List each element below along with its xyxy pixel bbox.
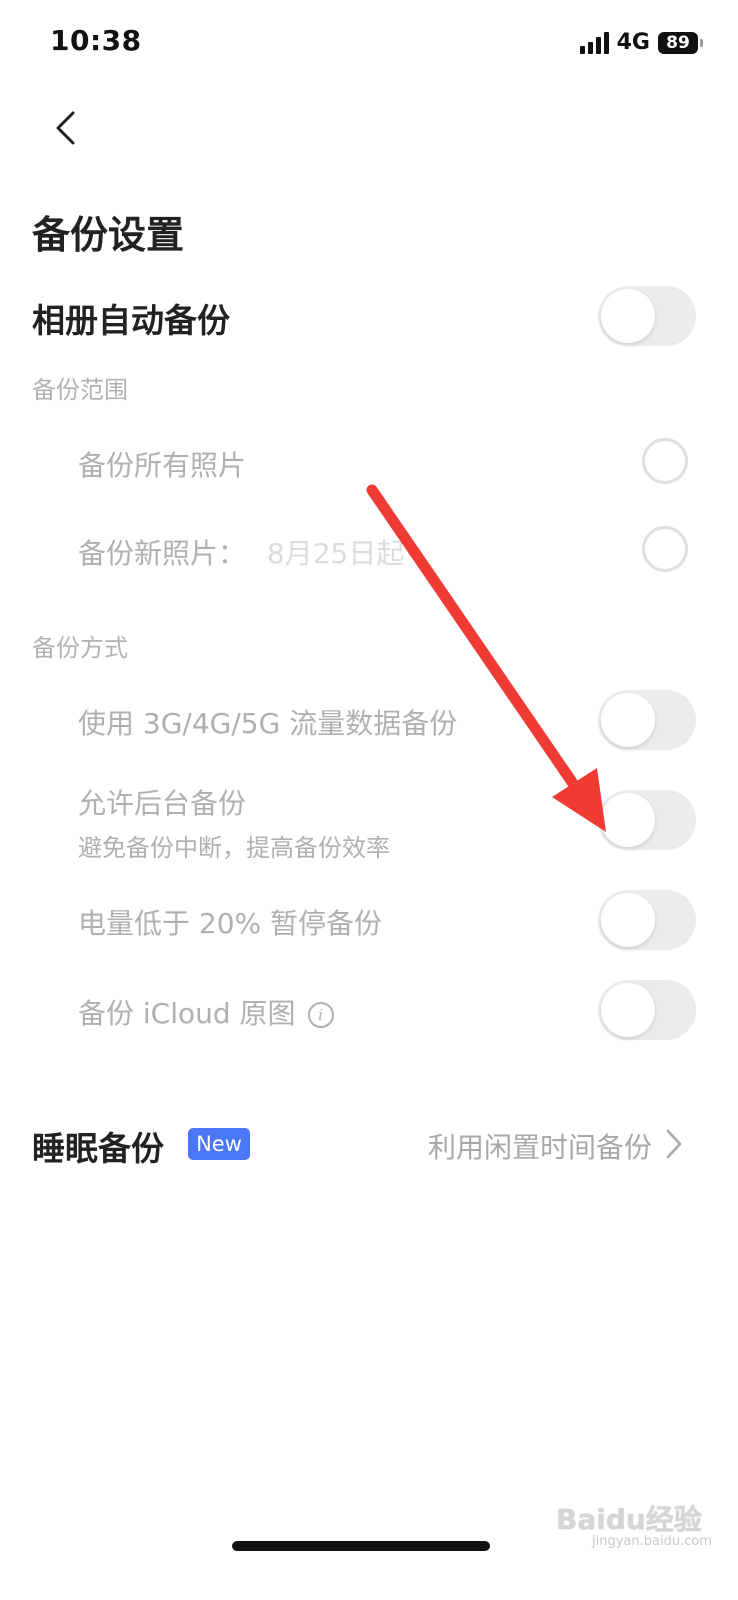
chevron-left-icon <box>56 111 75 145</box>
backup-all-photos-radio[interactable] <box>642 438 688 484</box>
low-battery-pause-toggle[interactable] <box>598 890 696 950</box>
icloud-original-option: 备份 iCloud 原图 i <box>78 992 334 1032</box>
page-title: 备份设置 <box>32 213 185 257</box>
battery-icon: 89 <box>658 31 703 54</box>
toggle-knob <box>601 793 655 847</box>
mobile-data-backup-label: 使用 3G/4G/5G 流量数据备份 <box>78 707 458 740</box>
sleep-backup-label[interactable]: 睡眠备份 <box>32 1122 164 1170</box>
backup-new-photos-radio[interactable] <box>642 526 688 572</box>
network-label: 4G <box>616 30 650 55</box>
baidu-watermark-site: jingyan.baidu.com <box>592 1534 712 1549</box>
backup-new-photos-label: 备份新照片： <box>78 537 247 570</box>
status-time: 10:38 <box>50 24 142 57</box>
backup-range-section-label: 备份范围 <box>32 376 128 404</box>
chevron-right-icon[interactable] <box>664 1128 684 1160</box>
background-backup-label: 允许后台备份 <box>78 787 247 820</box>
background-backup-description: 避免备份中断，提高备份效率 <box>78 834 390 862</box>
toggle-knob <box>601 983 655 1037</box>
album-backup-label: 相册自动备份 <box>32 301 230 340</box>
new-badge: New <box>188 1128 250 1160</box>
sleep-backup-hint[interactable]: 利用闲置时间备份 <box>428 1126 652 1166</box>
backup-new-photos-option: 备份新照片： 8月25日起 <box>78 532 404 572</box>
backup-method-section-label: 备份方式 <box>32 634 128 662</box>
toggle-knob <box>601 893 655 947</box>
status-bar-right: 4G 89 <box>579 30 703 55</box>
back-button[interactable] <box>40 100 90 156</box>
baidu-watermark: Baidu经验 <box>556 1503 702 1536</box>
toggle-knob <box>601 693 655 747</box>
signal-icon <box>579 31 609 54</box>
home-indicator <box>232 1541 490 1551</box>
icloud-original-label: 备份 iCloud 原图 <box>78 997 296 1030</box>
background-backup-toggle[interactable] <box>598 790 696 850</box>
icloud-original-toggle[interactable] <box>598 980 696 1040</box>
backup-all-photos-label: 备份所有照片 <box>78 449 247 482</box>
toggle-knob <box>601 289 655 343</box>
backup-settings-screen: 10:38 4G 89 备份设置 相册自动备份 备份范围 备份所有照片 备份新照… <box>0 0 738 1600</box>
backup-new-photos-date: 8月25日起 <box>266 537 405 570</box>
album-backup-toggle[interactable] <box>598 286 696 346</box>
low-battery-pause-label: 电量低于 20% 暂停备份 <box>78 907 383 940</box>
info-icon[interactable]: i <box>307 1002 334 1028</box>
mobile-data-backup-toggle[interactable] <box>598 690 696 750</box>
